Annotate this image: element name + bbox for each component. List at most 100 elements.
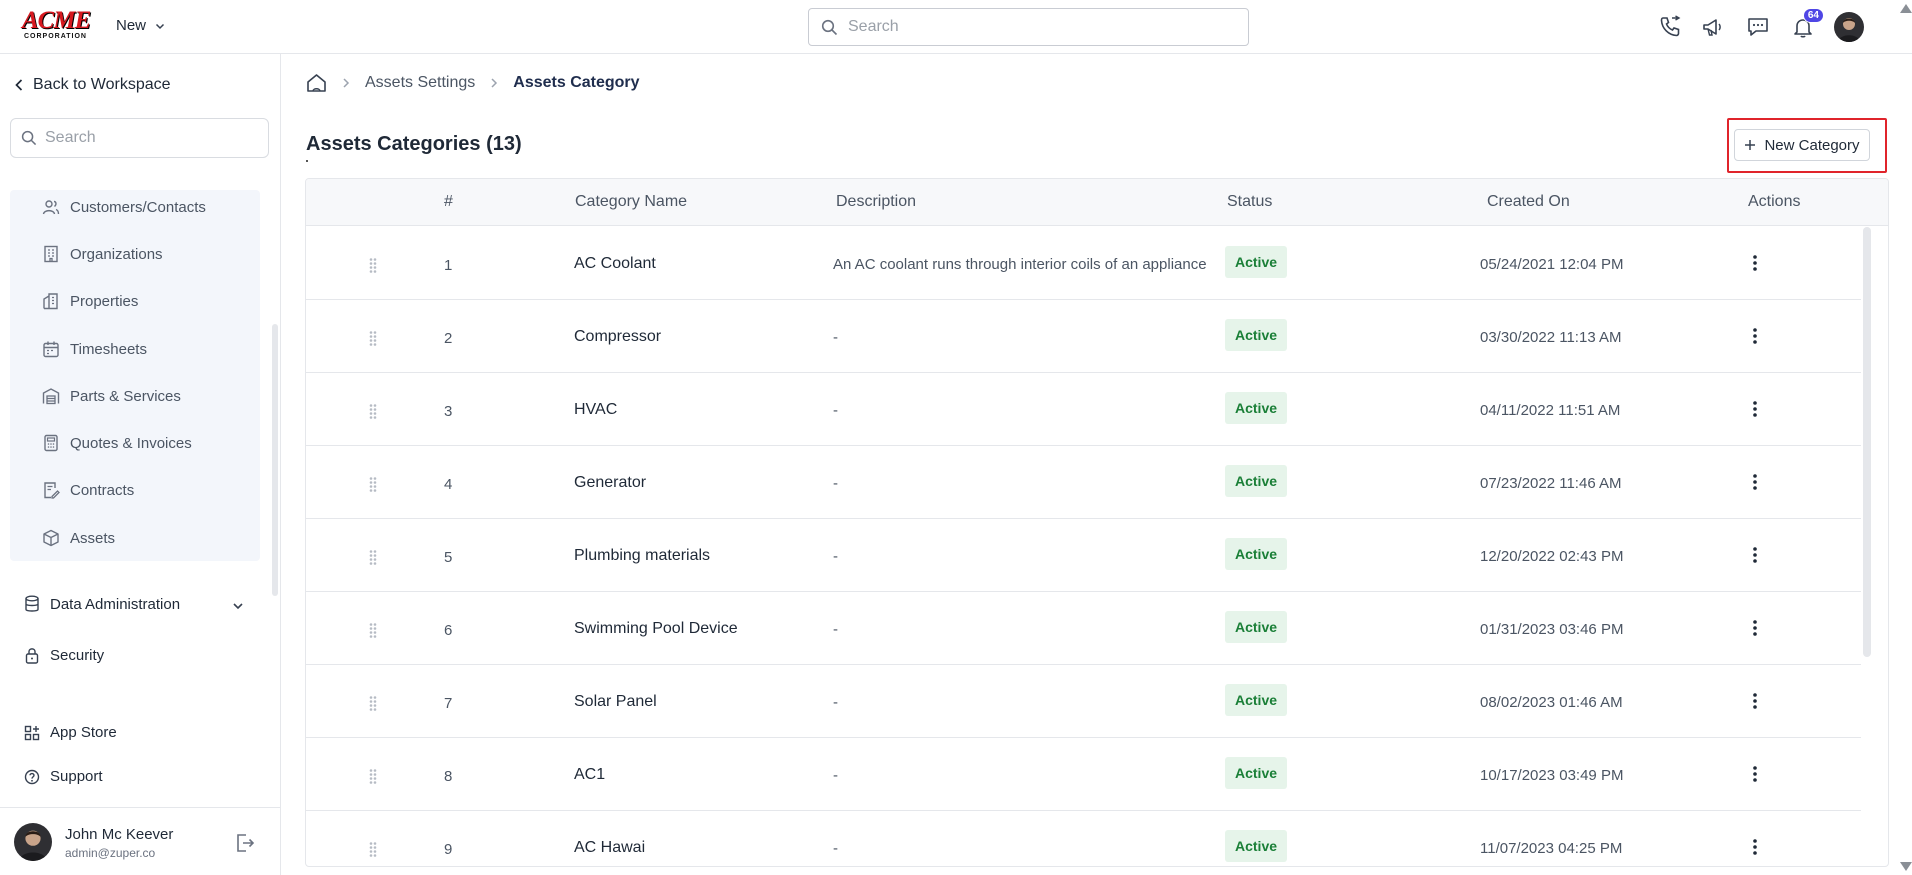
sidebar-search-input[interactable] (45, 129, 255, 147)
category-description: - (833, 548, 838, 565)
created-on: 11/07/2023 04:25 PM (1480, 840, 1623, 857)
sidebar-scrollbar[interactable] (272, 324, 278, 596)
drag-handle-icon[interactable] (368, 622, 378, 642)
more-vertical-icon (1753, 547, 1757, 563)
created-on: 05/24/2021 12:04 PM (1480, 256, 1624, 273)
sidebar-item-label: Quotes & Invoices (70, 434, 192, 452)
table-scrollbar[interactable] (1863, 227, 1871, 657)
category-name: AC1 (574, 766, 606, 783)
user-avatar[interactable] (1834, 12, 1864, 42)
breadcrumb-assets-settings[interactable]: Assets Settings (365, 74, 475, 92)
cube-icon (43, 529, 59, 547)
category-description: - (833, 767, 838, 784)
sidebar-item-support[interactable]: Support (24, 768, 103, 785)
database-icon (25, 595, 39, 612)
page-scroll-down-arrow[interactable] (1900, 862, 1912, 871)
table-row[interactable]: 5 Plumbing materials - Active 12/20/2022 02:… (306, 519, 1861, 592)
table-row[interactable]: 2 Compressor - Active 03/30/2022 11:13 AM (306, 300, 1861, 373)
home-icon[interactable] (306, 73, 327, 93)
drag-handle-icon[interactable] (368, 695, 378, 715)
sidebar-item-timesheets[interactable]: Timesheets (42, 340, 147, 358)
table-row[interactable]: 7 Solar Panel - Active 08/02/2023 01:46 AM (306, 665, 1861, 738)
status-badge: Active (1225, 392, 1288, 424)
row-actions-button[interactable] (1743, 543, 1767, 567)
more-vertical-icon (1753, 401, 1757, 417)
column-header-category-name[interactable]: Category Name (575, 193, 687, 211)
category-name: Solar Panel (574, 693, 657, 710)
new-menu-button[interactable]: New (116, 17, 166, 34)
back-to-workspace-link[interactable]: Back to Workspace (14, 76, 171, 94)
new-category-button[interactable]: New Category (1734, 129, 1870, 161)
row-actions-button[interactable] (1743, 324, 1767, 348)
row-number: 6 (444, 622, 453, 639)
table-row[interactable]: 9 AC Hawai - Active 11/07/2023 04:25 PM (306, 811, 1861, 866)
sidebar-item-security[interactable]: Security (24, 646, 104, 664)
phone-icon[interactable] (1657, 14, 1683, 40)
chevron-down-icon[interactable] (231, 599, 245, 613)
megaphone-icon[interactable] (1700, 14, 1726, 40)
avatar[interactable] (14, 823, 52, 861)
global-search-input[interactable] (848, 18, 1228, 36)
table-row[interactable]: 4 Generator - Active 07/23/2022 11:46 AM (306, 446, 1861, 519)
status-badge: Active (1225, 830, 1288, 862)
row-actions-button[interactable] (1743, 470, 1767, 494)
calendar-icon (43, 341, 59, 358)
table-row[interactable]: 3 HVAC - Active 04/11/2022 11:51 AM (306, 373, 1861, 446)
global-search[interactable] (808, 8, 1249, 46)
drag-handle-icon[interactable] (368, 768, 378, 788)
row-number: 3 (444, 403, 453, 420)
row-actions-button[interactable] (1743, 689, 1767, 713)
sidebar-item-quotes-invoices[interactable]: Quotes & Invoices (42, 434, 192, 452)
row-actions-button[interactable] (1743, 762, 1767, 786)
sidebar-item-parts-services[interactable]: Parts & Services (42, 387, 181, 405)
sidebar-item-data-administration[interactable]: Data Administration (24, 595, 180, 613)
row-number: 1 (444, 257, 453, 274)
sidebar-item-customers-contacts[interactable]: Customers/Contacts (42, 198, 206, 216)
sidebar-item-assets[interactable]: Assets (42, 529, 115, 547)
table-header: # Category Name Description Status Creat… (306, 179, 1888, 226)
table-row[interactable]: 8 AC1 - Active 10/17/2023 03:49 PM (306, 738, 1861, 811)
row-actions-button[interactable] (1743, 251, 1767, 275)
table-row[interactable]: 1 AC Coolant An AC coolant runs through in… (306, 227, 1861, 300)
sidebar-search[interactable] (10, 118, 269, 158)
acme-logo[interactable]: ACME CORPORATION (22, 8, 94, 41)
category-description: - (833, 402, 838, 419)
chevron-left-icon (15, 79, 23, 91)
column-header-created-on[interactable]: Created On (1487, 193, 1570, 211)
page-scroll-up-arrow[interactable] (1900, 4, 1912, 13)
sidebar-item-label: Contracts (70, 481, 135, 499)
drag-handle-icon[interactable] (368, 841, 378, 861)
sidebar-item-app-store[interactable]: App Store (24, 724, 117, 741)
created-on: 01/31/2023 03:46 PM (1480, 621, 1624, 638)
logout-button[interactable] (234, 832, 256, 858)
calculator-icon (44, 434, 58, 452)
drag-handle-icon[interactable] (368, 330, 378, 350)
column-header-status[interactable]: Status (1227, 193, 1272, 211)
status-badge: Active (1225, 684, 1288, 716)
chevron-right-icon (343, 78, 350, 88)
more-vertical-icon (1753, 474, 1757, 490)
drag-handle-icon[interactable] (368, 476, 378, 496)
sidebar-item-contracts[interactable]: Contracts (42, 481, 134, 499)
chat-icon[interactable] (1745, 14, 1771, 40)
sidebar-item-organizations[interactable]: Organizations (42, 245, 163, 263)
divider-dot (306, 160, 308, 162)
more-vertical-icon (1753, 693, 1757, 709)
sidebar: Back to Workspace Customers/Contacts Org… (0, 54, 281, 875)
sidebar-item-properties[interactable]: Properties (42, 292, 138, 310)
table-row[interactable]: 6 Swimming Pool Device - Active 01/31/2023 0… (306, 592, 1861, 665)
bell-icon[interactable]: 64 (1790, 8, 1824, 40)
drag-handle-icon[interactable] (368, 549, 378, 569)
category-name: Plumbing materials (574, 547, 711, 564)
row-actions-button[interactable] (1743, 397, 1767, 421)
status-badge: Active (1225, 757, 1288, 789)
drag-handle-icon[interactable] (368, 257, 378, 277)
help-circle-icon (24, 769, 40, 784)
drag-handle-icon[interactable] (368, 403, 378, 423)
contract-icon (44, 482, 60, 499)
sidebar-item-label: Support (50, 768, 103, 785)
sidebar-item-label: App Store (50, 724, 117, 741)
row-actions-button[interactable] (1743, 835, 1767, 859)
plus-icon (1745, 140, 1756, 150)
row-actions-button[interactable] (1743, 616, 1767, 640)
